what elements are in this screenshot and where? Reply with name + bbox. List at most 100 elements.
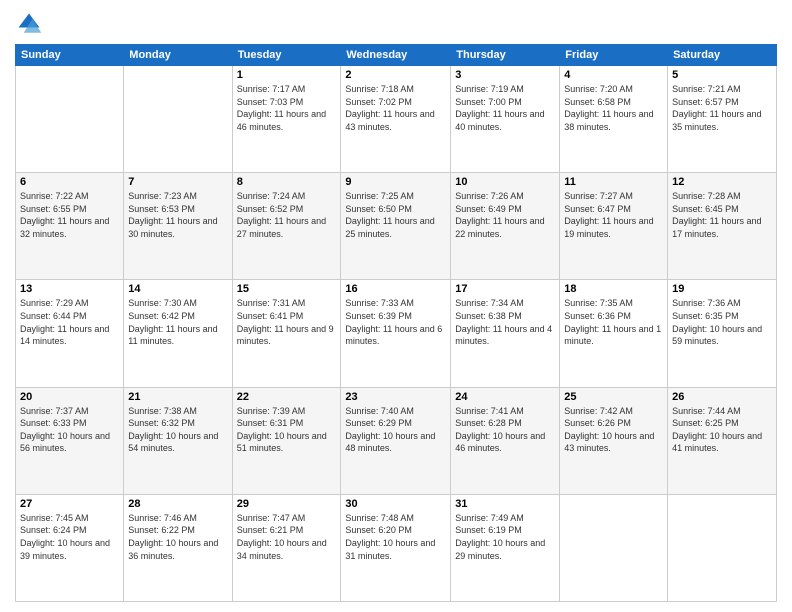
day-number: 9 — [345, 176, 446, 188]
calendar-header-row: SundayMondayTuesdayWednesdayThursdayFrid… — [16, 45, 777, 66]
day-info: Sunrise: 7:30 AM Sunset: 6:42 PM Dayligh… — [128, 297, 227, 347]
day-number: 3 — [455, 69, 555, 81]
day-number: 1 — [237, 69, 337, 81]
day-info: Sunrise: 7:46 AM Sunset: 6:22 PM Dayligh… — [128, 512, 227, 562]
calendar-cell: 14Sunrise: 7:30 AM Sunset: 6:42 PM Dayli… — [124, 280, 232, 387]
calendar-header-monday: Monday — [124, 45, 232, 66]
calendar-cell: 24 Sunrise: 7:41 AM Sunset: 6:28 PM Dayli… — [451, 387, 560, 494]
day-info: Sunrise: 7:33 AM Sunset: 6:39 PM Dayligh… — [345, 297, 446, 347]
calendar-week-0: 1 Sunrise: 7:17 AM Sunset: 7:03 PM Daylig… — [16, 66, 777, 173]
calendar-cell: 9 Sunrise: 7:25 AM Sunset: 6:50 PM Daylig… — [341, 173, 451, 280]
calendar-cell: 26 Sunrise: 7:44 AM Sunset: 6:25 PM Dayli… — [668, 387, 777, 494]
day-number: 6 — [20, 176, 119, 188]
day-number: 21 — [128, 391, 227, 403]
day-number: 15 — [237, 283, 337, 295]
day-info: Sunrise: 7:39 AM Sunset: 6:31 PM Dayligh… — [237, 405, 337, 455]
day-number: 18 — [564, 283, 663, 295]
day-info: Sunrise: 7:44 AM Sunset: 6:25 PM Dayligh… — [672, 405, 772, 455]
calendar-cell: 5 Sunrise: 7:21 AM Sunset: 6:57 PM Daylig… — [668, 66, 777, 173]
day-number: 5 — [672, 69, 772, 81]
calendar-cell: 18 Sunrise: 7:35 AM Sunset: 6:36 PM Dayli… — [560, 280, 668, 387]
day-info: Sunrise: 7:28 AM Sunset: 6:45 PM Dayligh… — [672, 190, 772, 240]
day-number: 13 — [20, 283, 119, 295]
day-number: 4 — [564, 69, 663, 81]
day-info: Sunrise: 7:47 AM Sunset: 6:21 PM Dayligh… — [237, 512, 337, 562]
day-info: Sunrise: 7:20 AM Sunset: 6:58 PM Dayligh… — [564, 83, 663, 133]
calendar-cell: 25 Sunrise: 7:42 AM Sunset: 6:26 PM Dayli… — [560, 387, 668, 494]
calendar-cell — [560, 494, 668, 601]
day-number: 29 — [237, 498, 337, 510]
calendar-cell: 2 Sunrise: 7:18 AM Sunset: 7:02 PM Daylig… — [341, 66, 451, 173]
calendar-header-sunday: Sunday — [16, 45, 124, 66]
day-info: Sunrise: 7:18 AM Sunset: 7:02 PM Dayligh… — [345, 83, 446, 133]
calendar-cell: 30 Sunrise: 7:48 AM Sunset: 6:20 PM Dayli… — [341, 494, 451, 601]
day-info: Sunrise: 7:45 AM Sunset: 6:24 PM Dayligh… — [20, 512, 119, 562]
calendar-cell: 31 Sunrise: 7:49 AM Sunset: 6:19 PM Dayli… — [451, 494, 560, 601]
page: SundayMondayTuesdayWednesdayThursdayFrid… — [0, 0, 792, 612]
day-info: Sunrise: 7:25 AM Sunset: 6:50 PM Dayligh… — [345, 190, 446, 240]
calendar-cell: 21 Sunrise: 7:38 AM Sunset: 6:32 PM Dayli… — [124, 387, 232, 494]
day-number: 23 — [345, 391, 446, 403]
calendar-cell: 29 Sunrise: 7:47 AM Sunset: 6:21 PM Dayli… — [232, 494, 341, 601]
calendar-cell: 4 Sunrise: 7:20 AM Sunset: 6:58 PM Daylig… — [560, 66, 668, 173]
day-number: 20 — [20, 391, 119, 403]
day-number: 7 — [128, 176, 227, 188]
calendar-header-saturday: Saturday — [668, 45, 777, 66]
calendar-header-wednesday: Wednesday — [341, 45, 451, 66]
calendar-header-thursday: Thursday — [451, 45, 560, 66]
day-number: 26 — [672, 391, 772, 403]
logo — [15, 10, 47, 38]
day-info: Sunrise: 7:21 AM Sunset: 6:57 PM Dayligh… — [672, 83, 772, 133]
day-info: Sunrise: 7:24 AM Sunset: 6:52 PM Dayligh… — [237, 190, 337, 240]
day-number: 8 — [237, 176, 337, 188]
day-info: Sunrise: 7:41 AM Sunset: 6:28 PM Dayligh… — [455, 405, 555, 455]
day-number: 10 — [455, 176, 555, 188]
calendar-cell: 17Sunrise: 7:34 AM Sunset: 6:38 PM Dayli… — [451, 280, 560, 387]
calendar-cell: 23Sunrise: 7:40 AM Sunset: 6:29 PM Dayli… — [341, 387, 451, 494]
calendar-cell: 19 Sunrise: 7:36 AM Sunset: 6:35 PM Dayli… — [668, 280, 777, 387]
day-number: 24 — [455, 391, 555, 403]
calendar-cell: 10 Sunrise: 7:26 AM Sunset: 6:49 PM Dayli… — [451, 173, 560, 280]
calendar-week-4: 27Sunrise: 7:45 AM Sunset: 6:24 PM Dayli… — [16, 494, 777, 601]
calendar-table: SundayMondayTuesdayWednesdayThursdayFrid… — [15, 44, 777, 602]
calendar-week-2: 13Sunrise: 7:29 AM Sunset: 6:44 PM Dayli… — [16, 280, 777, 387]
day-info: Sunrise: 7:38 AM Sunset: 6:32 PM Dayligh… — [128, 405, 227, 455]
day-info: Sunrise: 7:23 AM Sunset: 6:53 PM Dayligh… — [128, 190, 227, 240]
calendar-cell: 16 Sunrise: 7:33 AM Sunset: 6:39 PM Dayli… — [341, 280, 451, 387]
day-number: 31 — [455, 498, 555, 510]
day-number: 2 — [345, 69, 446, 81]
calendar-cell: 27Sunrise: 7:45 AM Sunset: 6:24 PM Dayli… — [16, 494, 124, 601]
day-info: Sunrise: 7:17 AM Sunset: 7:03 PM Dayligh… — [237, 83, 337, 133]
day-info: Sunrise: 7:35 AM Sunset: 6:36 PM Dayligh… — [564, 297, 663, 347]
day-number: 28 — [128, 498, 227, 510]
calendar-cell: 12 Sunrise: 7:28 AM Sunset: 6:45 PM Dayli… — [668, 173, 777, 280]
day-info: Sunrise: 7:42 AM Sunset: 6:26 PM Dayligh… — [564, 405, 663, 455]
calendar-cell: 1 Sunrise: 7:17 AM Sunset: 7:03 PM Daylig… — [232, 66, 341, 173]
day-number: 11 — [564, 176, 663, 188]
calendar-cell — [124, 66, 232, 173]
calendar-week-3: 20 Sunrise: 7:37 AM Sunset: 6:33 PM Dayli… — [16, 387, 777, 494]
day-number: 19 — [672, 283, 772, 295]
calendar-cell — [16, 66, 124, 173]
calendar-cell: 11 Sunrise: 7:27 AM Sunset: 6:47 PM Dayli… — [560, 173, 668, 280]
calendar-cell: 7 Sunrise: 7:23 AM Sunset: 6:53 PM Daylig… — [124, 173, 232, 280]
day-info: Sunrise: 7:48 AM Sunset: 6:20 PM Dayligh… — [345, 512, 446, 562]
calendar-header-tuesday: Tuesday — [232, 45, 341, 66]
day-number: 12 — [672, 176, 772, 188]
day-number: 16 — [345, 283, 446, 295]
day-number: 25 — [564, 391, 663, 403]
day-info: Sunrise: 7:37 AM Sunset: 6:33 PM Dayligh… — [20, 405, 119, 455]
day-number: 17 — [455, 283, 555, 295]
calendar-cell: 8 Sunrise: 7:24 AM Sunset: 6:52 PM Daylig… — [232, 173, 341, 280]
day-info: Sunrise: 7:22 AM Sunset: 6:55 PM Dayligh… — [20, 190, 119, 240]
day-number: 30 — [345, 498, 446, 510]
day-info: Sunrise: 7:49 AM Sunset: 6:19 PM Dayligh… — [455, 512, 555, 562]
day-info: Sunrise: 7:26 AM Sunset: 6:49 PM Dayligh… — [455, 190, 555, 240]
calendar-cell: 3Sunrise: 7:19 AM Sunset: 7:00 PM Daylig… — [451, 66, 560, 173]
day-info: Sunrise: 7:36 AM Sunset: 6:35 PM Dayligh… — [672, 297, 772, 347]
day-info: Sunrise: 7:27 AM Sunset: 6:47 PM Dayligh… — [564, 190, 663, 240]
calendar-cell: 13Sunrise: 7:29 AM Sunset: 6:44 PM Dayli… — [16, 280, 124, 387]
calendar-cell: 28 Sunrise: 7:46 AM Sunset: 6:22 PM Dayli… — [124, 494, 232, 601]
calendar-cell — [668, 494, 777, 601]
calendar-cell: 6 Sunrise: 7:22 AM Sunset: 6:55 PM Daylig… — [16, 173, 124, 280]
